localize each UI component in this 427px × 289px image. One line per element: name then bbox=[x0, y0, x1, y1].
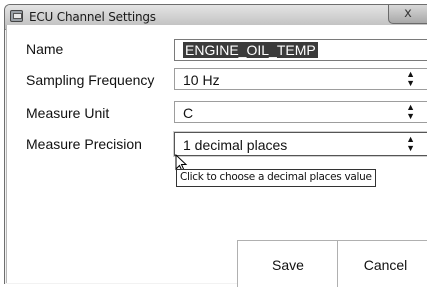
measure-precision-label: Measure Precision bbox=[26, 136, 142, 152]
measure-unit-value: C bbox=[183, 105, 194, 121]
cancel-button[interactable]: Cancel bbox=[337, 240, 427, 287]
up-down-arrows-icon: ▲ ▼ bbox=[406, 69, 415, 88]
up-down-arrows-icon: ▲ ▼ bbox=[406, 134, 415, 153]
sampling-frequency-label: Sampling Frequency bbox=[26, 72, 155, 88]
measure-unit-label: Measure Unit bbox=[26, 105, 110, 121]
name-label: Name bbox=[26, 41, 64, 57]
sampling-frequency-value: 10 Hz bbox=[183, 72, 220, 88]
up-down-arrows-icon: ▲ ▼ bbox=[406, 102, 415, 121]
name-input-value: ENGINE_OIL_TEMP bbox=[183, 42, 318, 58]
measure-unit-select[interactable]: C ▲ ▼ bbox=[174, 101, 427, 123]
window-title: ECU Channel Settings bbox=[29, 10, 156, 24]
save-button[interactable]: Save bbox=[237, 240, 338, 287]
measure-precision-select[interactable]: 1 decimal places ▲ ▼ bbox=[174, 132, 427, 156]
sampling-frequency-select[interactable]: 10 Hz ▲ ▼ bbox=[174, 68, 427, 90]
app-window-icon bbox=[10, 10, 23, 22]
close-button[interactable]: x bbox=[388, 5, 427, 24]
name-input[interactable]: ENGINE_OIL_TEMP bbox=[174, 39, 427, 61]
precision-tooltip: Click to choose a decimal places value bbox=[176, 169, 376, 187]
measure-precision-value: 1 decimal places bbox=[183, 137, 288, 153]
